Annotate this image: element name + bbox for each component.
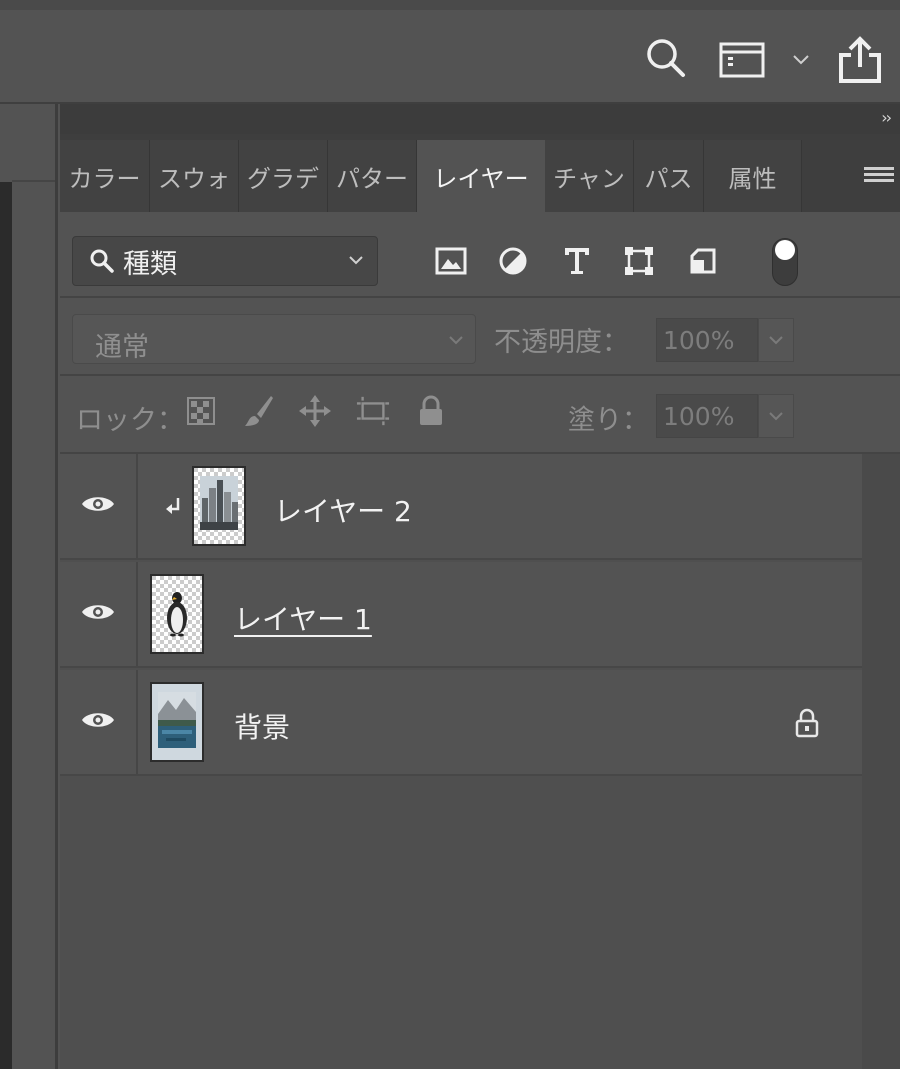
- search-icon: [89, 248, 115, 274]
- blend-mode-row: 通常 不透明度： 100%: [60, 298, 900, 376]
- opacity-dropdown[interactable]: [758, 318, 794, 362]
- chevron-down-icon[interactable]: [790, 50, 812, 70]
- image-filter-icon[interactable]: [434, 244, 468, 278]
- fill-dropdown[interactable]: [758, 394, 794, 438]
- filter-toggle[interactable]: [772, 238, 798, 286]
- tab-label: 属性: [728, 164, 777, 193]
- tab-label: スウォ: [158, 164, 230, 193]
- tab-channels[interactable]: チャン: [545, 140, 634, 212]
- tab-label: カラー: [68, 164, 141, 193]
- tab-patterns[interactable]: パター: [328, 140, 417, 212]
- left-dock: [0, 104, 58, 1069]
- clipping-mask-icon: [164, 496, 182, 522]
- tab-color[interactable]: カラー: [60, 140, 150, 212]
- layer-name[interactable]: レイヤー 2: [274, 490, 412, 530]
- blend-mode-label: 通常: [95, 332, 149, 363]
- lock-label: ロック：: [76, 405, 184, 436]
- tab-label: パター: [336, 164, 408, 193]
- chevron-down-icon: [447, 329, 465, 355]
- workspace-icon[interactable]: [718, 40, 766, 80]
- layers-scrollbar-track[interactable]: [862, 454, 900, 1069]
- fill-field[interactable]: 100%: [656, 394, 758, 438]
- shape-filter-icon[interactable]: [622, 244, 656, 278]
- chevron-down-icon: [347, 249, 365, 275]
- toggle-knob: [775, 240, 795, 260]
- tab-label: レイヤー: [433, 164, 529, 193]
- lock-artboard-icon[interactable]: [356, 394, 390, 428]
- layer-row-background[interactable]: 背景: [60, 670, 862, 776]
- layer-name[interactable]: レイヤー 1: [234, 598, 372, 638]
- chevron-down-icon: [767, 405, 785, 431]
- opacity-label: 不透明度：: [494, 327, 629, 358]
- visibility-toggle[interactable]: [60, 562, 138, 666]
- tab-gradients[interactable]: グラデ: [239, 140, 328, 212]
- eye-icon: [80, 492, 116, 520]
- layer-row-layer-1[interactable]: レイヤー 1: [60, 562, 862, 668]
- type-filter-icon[interactable]: [560, 244, 594, 278]
- tab-properties[interactable]: 属性: [704, 140, 802, 212]
- filter-kind-label: 種類: [123, 248, 177, 280]
- visibility-toggle[interactable]: [60, 670, 138, 774]
- panel-header-strip: ››: [60, 104, 900, 134]
- eye-icon: [80, 600, 116, 628]
- layer-filter-row: 種類: [60, 212, 900, 298]
- lock-all-icon[interactable]: [414, 394, 448, 428]
- opacity-value: 100%: [663, 325, 735, 355]
- lock-row: ロック： 塗り： 100%: [60, 376, 900, 454]
- eye-icon: [80, 708, 116, 736]
- tab-label: パス: [644, 164, 693, 193]
- dock-divider: [12, 180, 55, 182]
- chevron-down-icon: [767, 329, 785, 355]
- tab-layers[interactable]: レイヤー: [417, 140, 545, 212]
- canvas-edge: [0, 182, 12, 1069]
- layers-panel: ›› カラー スウォ グラデ パター レイヤー チャン パス 属性 種類 通常 …: [60, 104, 900, 1069]
- lock-image-pixels-icon[interactable]: [242, 394, 276, 428]
- layer-row-layer-2[interactable]: レイヤー 2: [60, 454, 862, 560]
- fill-label: 塗り：: [568, 405, 649, 436]
- lock-icon: [794, 708, 820, 742]
- lock-position-icon[interactable]: [298, 394, 332, 428]
- layer-thumbnail-penguin: [150, 574, 204, 654]
- share-icon[interactable]: [836, 34, 884, 86]
- tab-paths[interactable]: パス: [634, 140, 704, 212]
- filter-kind-select[interactable]: 種類: [72, 236, 378, 286]
- fill-value: 100%: [663, 401, 735, 431]
- layer-thumbnail-city: [192, 466, 246, 546]
- tab-swatches[interactable]: スウォ: [150, 140, 239, 212]
- lock-transparent-pixels-icon[interactable]: [184, 394, 218, 428]
- hamburger-menu-icon[interactable]: [864, 164, 894, 190]
- app-top-bar: [0, 0, 900, 104]
- blend-mode-select[interactable]: 通常: [72, 314, 476, 364]
- panel-tab-bar: カラー スウォ グラデ パター レイヤー チャン パス 属性: [60, 134, 900, 212]
- double-chevron-right-icon[interactable]: ››: [881, 108, 892, 127]
- adjustment-filter-icon[interactable]: [496, 244, 530, 278]
- smart-object-filter-icon[interactable]: [686, 244, 720, 278]
- layer-thumbnail-lake: [150, 682, 204, 762]
- tab-label: グラデ: [247, 164, 319, 193]
- search-icon[interactable]: [644, 36, 688, 80]
- visibility-toggle[interactable]: [60, 454, 138, 558]
- tab-label: チャン: [553, 164, 625, 193]
- layer-name[interactable]: 背景: [234, 706, 290, 746]
- opacity-field[interactable]: 100%: [656, 318, 758, 362]
- dock-edge[interactable]: [55, 104, 58, 1069]
